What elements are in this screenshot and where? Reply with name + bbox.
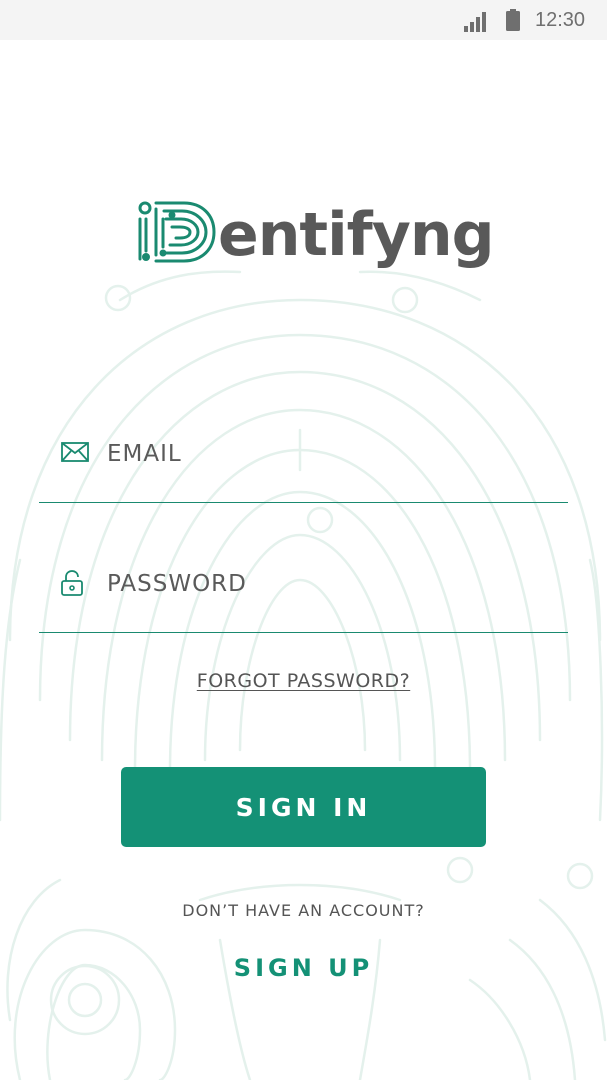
logo-wordmark: entifyng: [218, 200, 495, 270]
email-input[interactable]: [107, 428, 547, 480]
email-field[interactable]: [39, 428, 568, 503]
no-account-text: DON’T HAVE AN ACCOUNT?: [182, 901, 425, 920]
signal-icon: [464, 12, 486, 32]
identifyng-logo-mark: [138, 201, 216, 263]
battery-icon: [506, 9, 520, 31]
unlock-icon: [61, 570, 83, 596]
status-time: 12:30: [535, 9, 586, 31]
password-field[interactable]: [39, 558, 568, 633]
forgot-password-container: FORGOT PASSWORD?: [0, 670, 607, 692]
forgot-password-link[interactable]: FORGOT PASSWORD?: [197, 670, 410, 692]
sign-up-link[interactable]: SIGN UP: [234, 954, 373, 982]
sign-in-button[interactable]: SIGN IN: [121, 767, 486, 847]
envelope-icon: [61, 442, 89, 462]
app-logo: entifyng: [136, 195, 495, 275]
sign-up-container: SIGN UP: [0, 954, 607, 982]
status-bar: 12:30: [0, 0, 607, 40]
password-input[interactable]: [107, 558, 547, 610]
